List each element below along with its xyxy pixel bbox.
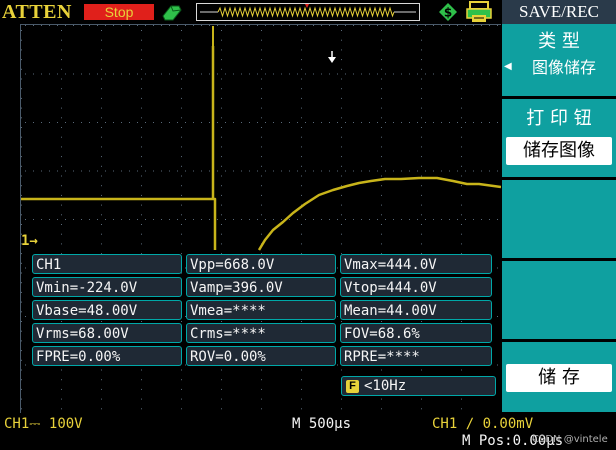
menu-print-key-button[interactable]: 打 印 钮 储存图像 — [502, 99, 616, 175]
usb-icon: $ — [439, 3, 457, 21]
menu-save-label: 储 存 — [506, 364, 612, 392]
ch1-level-marker[interactable]: 1→ — [21, 234, 38, 248]
measure-vmea: Vmea=**** — [186, 300, 336, 320]
measure-vbase: Vbase=48.00V — [32, 300, 182, 320]
measure-vmax: Vmax=444.0V — [340, 254, 492, 274]
timebase: M 500μs — [292, 416, 352, 432]
measure-crms: Crms=**** — [186, 323, 336, 343]
svg-text:$: $ — [444, 6, 452, 20]
menu-save-button[interactable]: 储 存 — [502, 342, 616, 412]
menu-type-label: 类 型 — [538, 31, 580, 52]
top-status-bar: ATTEN Stop $ — [0, 0, 500, 24]
trigger-readout: CH1 ∕ 0.00mV — [432, 416, 534, 432]
ch1-scale: CH1⎓ 100V — [4, 416, 83, 432]
measure-vtop: Vtop=444.0V — [340, 277, 492, 297]
measure-vrms: Vrms=68.00V — [32, 323, 182, 343]
memory-depth-bar — [196, 3, 420, 21]
save-recall-menu: SAVE/REC 类 型 ◀ 图像储存 打 印 钮 储存图像 储 存 — [502, 0, 616, 412]
menu-type-value: 图像储存 — [531, 58, 596, 77]
measure-rov: ROV=0.00% — [186, 346, 336, 366]
menu-blank-button-4[interactable] — [502, 261, 616, 337]
frequency-icon: F — [346, 380, 359, 393]
menu-title: SAVE/REC — [502, 0, 616, 24]
run-status-badge[interactable]: Stop — [84, 4, 154, 20]
menu-selector-arrow-icon: ◀ — [504, 61, 512, 72]
measure-rpre: RPRE=**** — [340, 346, 492, 366]
measure-fpre: FPRE=0.00% — [32, 346, 182, 366]
watermark: CSDN @vintele — [532, 434, 608, 445]
ch1-trace — [21, 46, 501, 251]
menu-print-key-value: 储存图像 — [506, 137, 612, 165]
frequency-value: <10Hz — [364, 378, 407, 394]
brand-logo: ATTEN — [2, 1, 72, 23]
trigger-status-icon — [162, 5, 182, 21]
frequency-counter: F <10Hz — [341, 376, 496, 396]
bottom-status-bar: CH1⎓ 100V M 500μs CH1 ∕ 0.00mV M Pos:0.0… — [0, 412, 616, 450]
menu-print-key-label: 打 印 钮 — [526, 108, 592, 129]
menu-type-button[interactable]: 类 型 ◀ 图像储存 — [502, 26, 616, 94]
measure-vamp: Vamp=396.0V — [186, 277, 336, 297]
measure-vpp: Vpp=668.0V — [186, 254, 336, 274]
measure-channel: CH1 — [32, 254, 182, 274]
measure-mean: Mean=44.00V — [340, 300, 492, 320]
trigger-position-marker[interactable] — [325, 51, 339, 65]
measure-fov: FOV=68.6% — [340, 323, 492, 343]
menu-blank-button-3[interactable] — [502, 180, 616, 256]
measurement-panel: CH1 Vpp=668.0V Vmax=444.0V Vmin=-224.0V … — [32, 254, 498, 366]
measure-vmin: Vmin=-224.0V — [32, 277, 182, 297]
menu-type-value-row: ◀ 图像储存 — [502, 56, 616, 80]
printer-icon — [466, 1, 492, 22]
